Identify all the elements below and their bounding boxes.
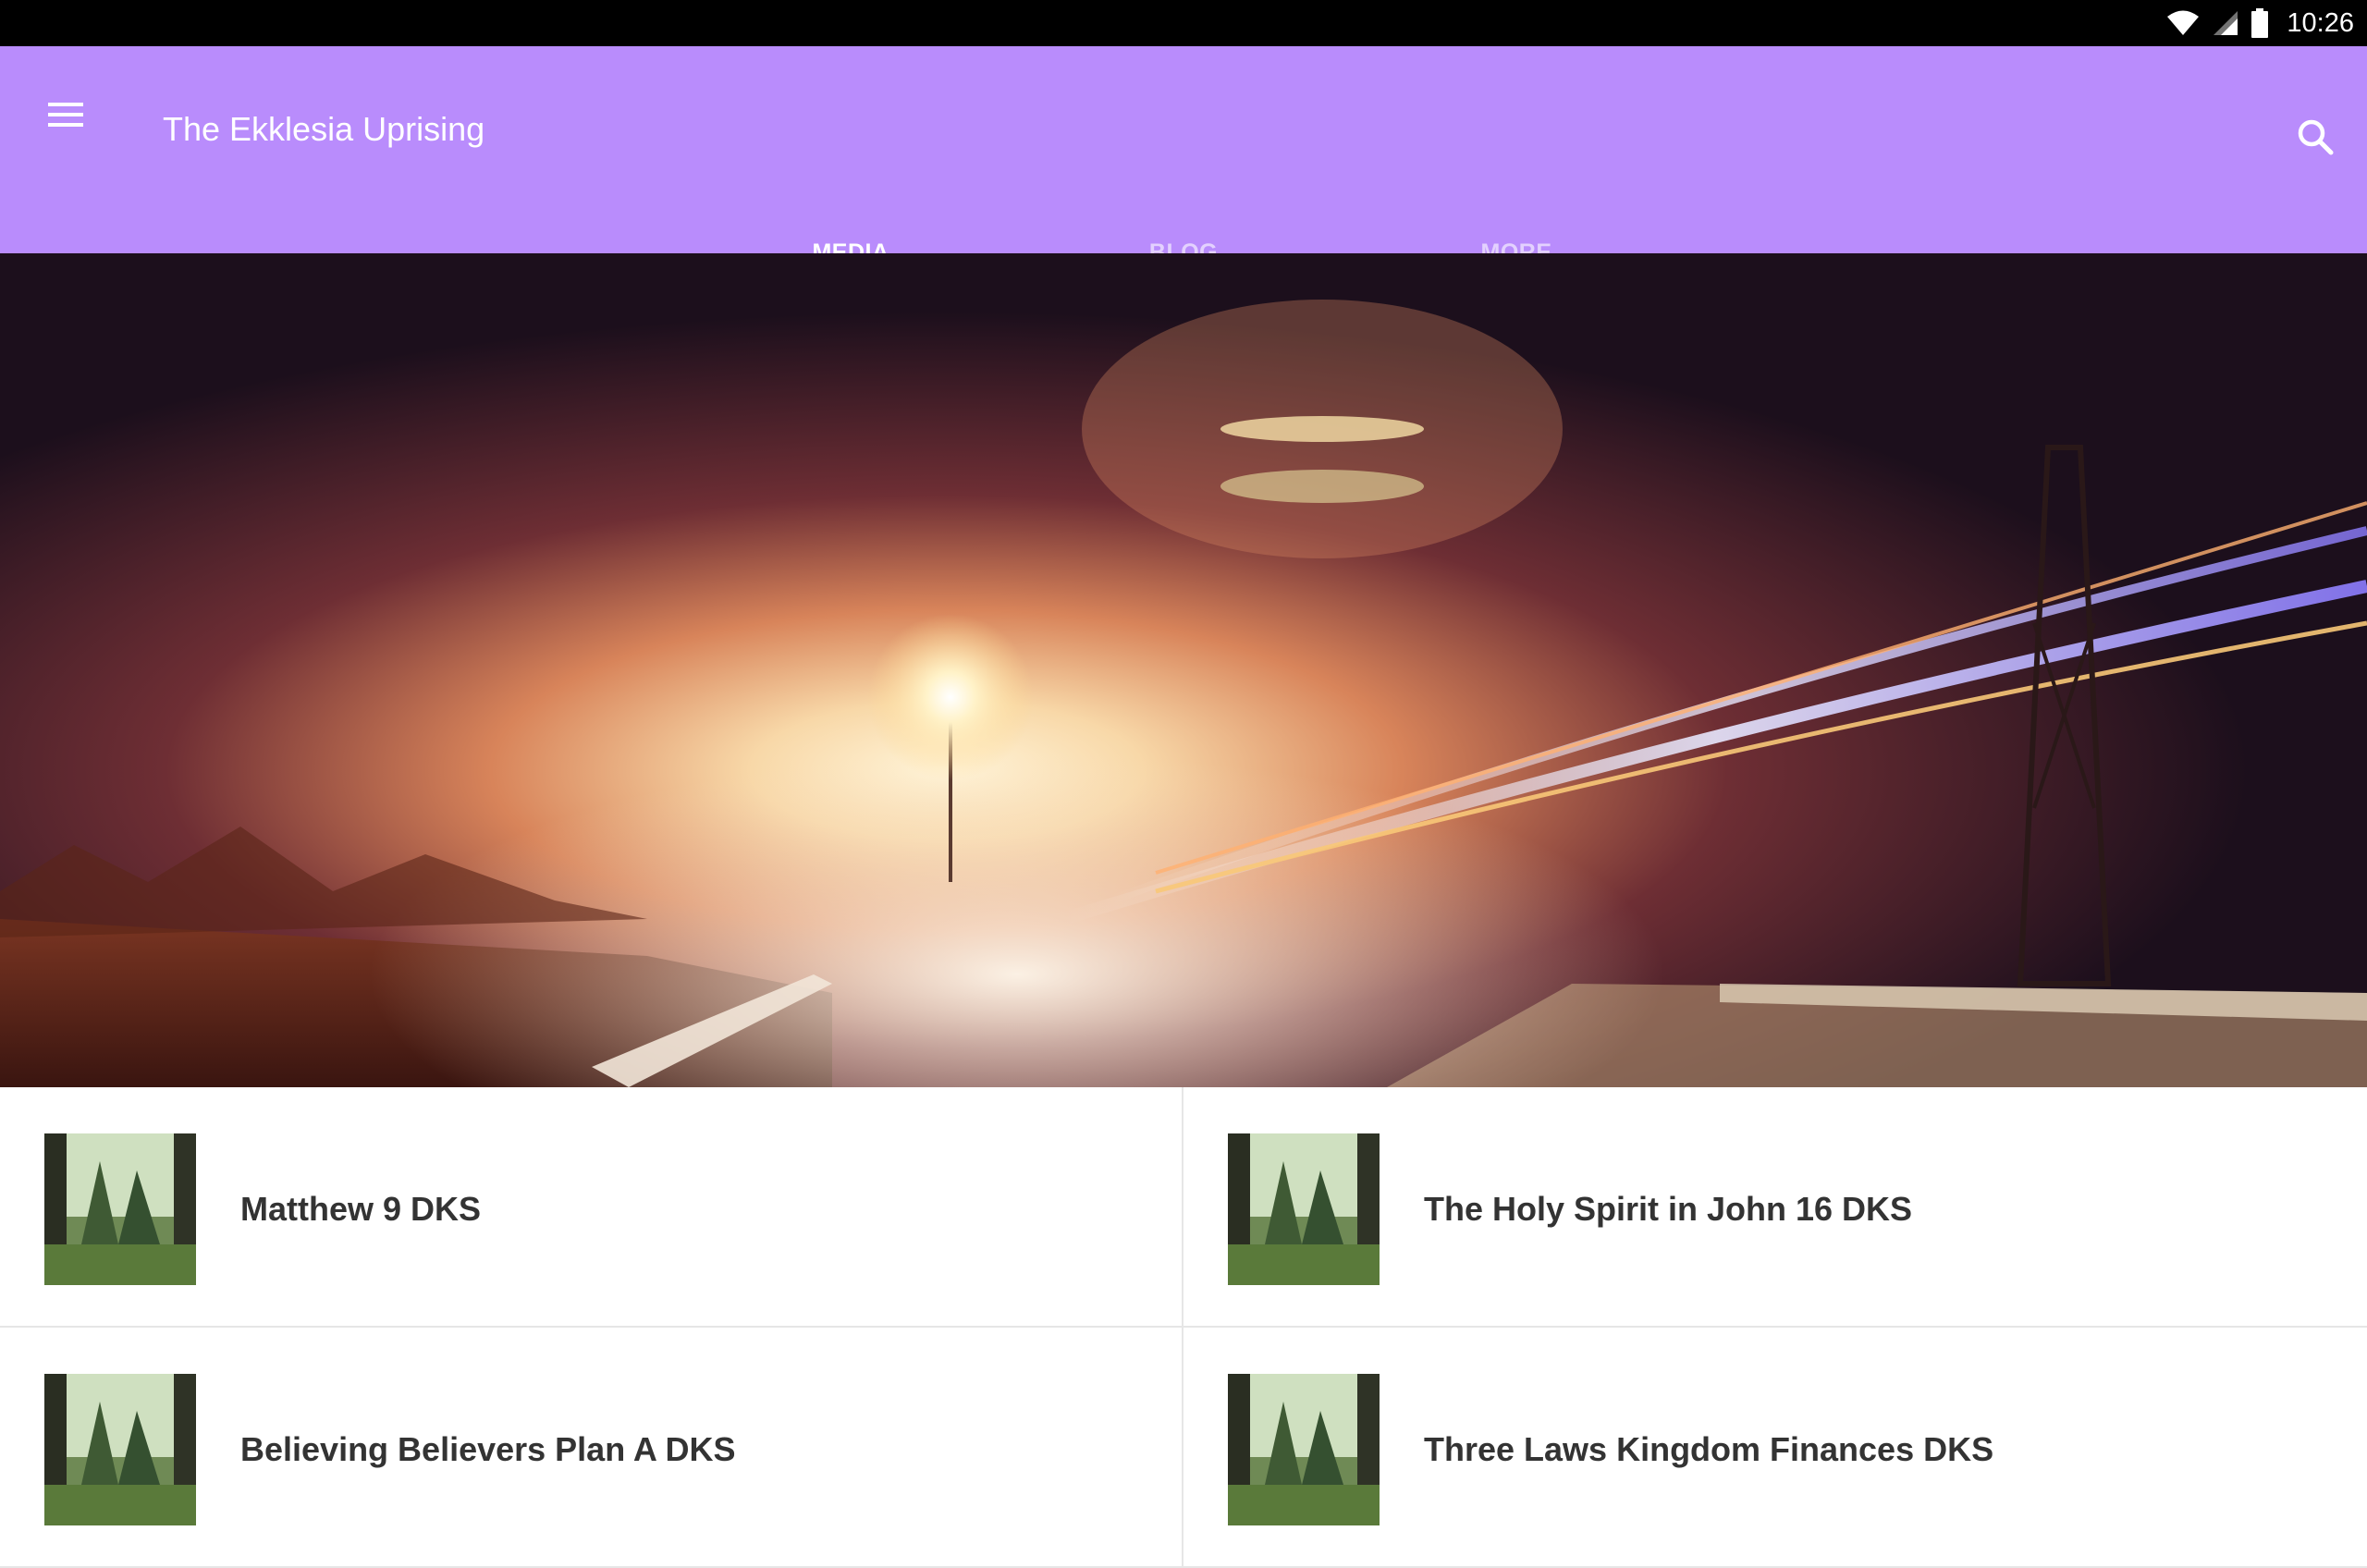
status-bar: 10:26 [0, 0, 2367, 46]
media-thumbnail [44, 1133, 196, 1285]
list-item[interactable]: Three Laws Kingdom Finances DKS [1184, 1328, 2367, 1568]
battery-icon [2251, 8, 2269, 38]
media-list: Matthew 9 DKS The Holy Spirit in John 16… [0, 1087, 2367, 1568]
status-icons: 10:26 [2166, 0, 2354, 46]
hamburger-menu-icon [48, 101, 85, 133]
app-title: The Ekklesia Uprising [163, 110, 485, 148]
list-item[interactable]: The Holy Spirit in John 16 DKS [1184, 1087, 2367, 1328]
hero-banner-image[interactable] [0, 253, 2367, 1087]
media-thumbnail [1228, 1374, 1380, 1525]
search-icon [2297, 118, 2334, 160]
media-title: The Holy Spirit in John 16 DKS [1424, 1190, 1913, 1228]
media-thumbnail [44, 1374, 196, 1525]
app-bar: The Ekklesia Uprising MEDIA BLOG MORE [0, 46, 2367, 300]
clock: 10:26 [2287, 7, 2354, 38]
cellular-signal-icon [2213, 10, 2238, 36]
media-title: Believing Believers Plan A DKS [240, 1430, 736, 1468]
list-item[interactable]: Matthew 9 DKS [0, 1087, 1184, 1328]
wifi-icon [2166, 10, 2200, 36]
list-item[interactable]: Believing Believers Plan A DKS [0, 1328, 1184, 1568]
menu-button[interactable] [37, 87, 96, 146]
media-thumbnail [1228, 1133, 1380, 1285]
search-button[interactable] [2282, 105, 2349, 172]
media-title: Three Laws Kingdom Finances DKS [1424, 1430, 1994, 1468]
media-title: Matthew 9 DKS [240, 1190, 482, 1228]
